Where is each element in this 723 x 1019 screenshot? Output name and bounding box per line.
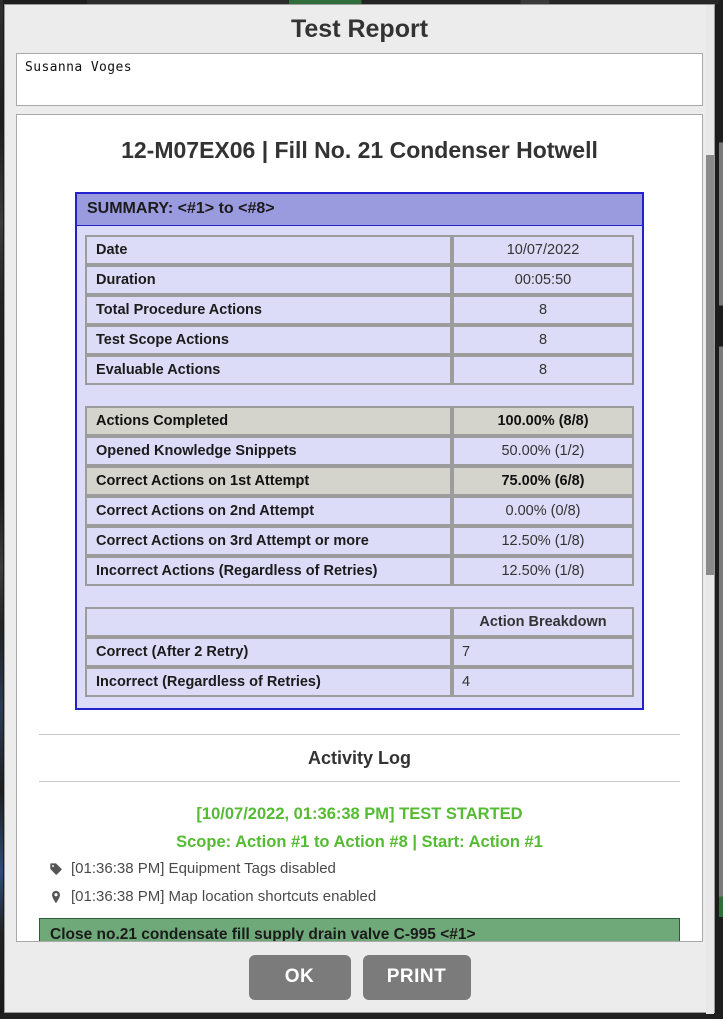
summary-header: SUMMARY: <#1> to <#8> (77, 194, 642, 226)
summary-info-label: Duration (85, 265, 452, 295)
print-button[interactable]: PRINT (362, 954, 471, 1000)
metric-label: Correct Actions on 2nd Attempt (85, 496, 452, 526)
summary-info-value: 00:05:50 (452, 265, 634, 295)
dialog-scrollbar-thumb[interactable] (706, 155, 714, 575)
metric-value: 12.50% (1/8) (452, 556, 634, 586)
table-row: Date 10/07/2022 (85, 235, 634, 265)
summary-box: SUMMARY: <#1> to <#8> Date 10/07/2022 Dura… (75, 192, 644, 710)
breakdown-value: 4 (452, 667, 634, 697)
table-row: Incorrect Actions (Regardless of Retries… (85, 556, 634, 586)
report-scroll-panel[interactable]: 12-M07EX06 | Fill No. 21 Condenser Hotwe… (16, 114, 703, 942)
activity-log-title: Activity Log (307, 748, 411, 768)
table-row: Evaluable Actions 8 (85, 355, 634, 385)
table-row: Opened Knowledge Snippets 50.00% (1/2) (85, 436, 634, 466)
metric-value: 0.00% (0/8) (452, 496, 634, 526)
metric-label: Correct Actions on 1st Attempt (85, 466, 452, 496)
metric-value: 100.00% (8/8) (452, 406, 634, 436)
breakdown-header-label: Action Breakdown (452, 607, 634, 637)
dialog-scrollbar[interactable] (706, 5, 714, 1014)
page-title: Test Report (290, 14, 429, 43)
ok-button[interactable]: OK (248, 954, 351, 1000)
table-row: Incorrect (Regardless of Retries) 4 (85, 667, 634, 697)
test-started-line-2: Scope: Action #1 to Action #8 | Start: A… (176, 833, 543, 852)
summary-info-value: 8 (452, 325, 634, 355)
table-row: Correct Actions on 3rd Attempt or more 12… (85, 526, 634, 556)
metric-label: Incorrect Actions (Regardless of Retries… (85, 556, 452, 586)
summary-metrics-table: Actions Completed 100.00% (8/8) Opened Kno… (85, 406, 634, 586)
background-app-left-strip (0, 0, 3, 1013)
table-row: Correct (After 2 Retry) 7 (85, 637, 634, 667)
log-entry: [01:36:38 PM] Equipment Tags disabled (39, 856, 680, 884)
log-entry: [01:36:38 PM] Map location shortcuts ena… (39, 884, 680, 912)
activity-log-section: Activity Log [10/07/2022, 01:36:38 PM] T… (39, 734, 680, 941)
log-entry-text: [01:36:38 PM] Equipment Tags disabled (71, 860, 336, 878)
summary-info-value: 10/07/2022 (452, 235, 634, 265)
summary-info-value: 8 (452, 355, 634, 385)
activity-divider-bottom (39, 781, 680, 782)
metric-value: 12.50% (1/8) (452, 526, 634, 556)
table-row: Total Procedure Actions 8 (85, 295, 634, 325)
map-pin-icon (49, 888, 63, 908)
table-row: Test Scope Actions 8 (85, 325, 634, 355)
metric-value: 50.00% (1/2) (452, 436, 634, 466)
summary-info-label: Total Procedure Actions (85, 295, 452, 325)
test-started-banner: [10/07/2022, 01:36:38 PM] TEST STARTED S… (39, 800, 680, 856)
breakdown-label: Correct (After 2 Retry) (85, 637, 452, 667)
test-report-dialog: Test Report Susanna Voges 12-M07EX06 | F… (4, 4, 715, 1014)
background-app-bottom-strip (0, 1013, 723, 1019)
user-name-box: Susanna Voges (16, 53, 703, 106)
action-breakdown-table: Action Breakdown Correct (After 2 Retry)… (85, 607, 634, 697)
metric-label: Opened Knowledge Snippets (85, 436, 452, 466)
summary-info-value: 8 (452, 295, 634, 325)
report-heading: 12-M07EX06 | Fill No. 21 Condenser Hotwe… (121, 137, 598, 163)
table-row: Correct Actions on 2nd Attempt 0.00% (0/8… (85, 496, 634, 526)
dialog-title-bar: Test Report (5, 5, 714, 53)
tag-icon (49, 860, 63, 880)
metric-label: Actions Completed (85, 406, 452, 436)
table-row: Correct Actions on 1st Attempt 75.00% (6/… (85, 466, 634, 496)
metric-label: Correct Actions on 3rd Attempt or more (85, 526, 452, 556)
summary-info-label: Evaluable Actions (85, 355, 452, 385)
breakdown-value: 7 (452, 637, 634, 667)
background-app-right-strip (719, 0, 723, 1019)
breakdown-header-blank (85, 607, 452, 637)
test-started-line-1: [10/07/2022, 01:36:38 PM] TEST STARTED (196, 805, 523, 823)
summary-info-label: Date (85, 235, 452, 265)
log-entry-text: [01:36:38 PM] Map location shortcuts ena… (71, 888, 377, 906)
user-name-text: Susanna Voges (25, 60, 132, 75)
table-row: Actions Completed 100.00% (8/8) (85, 406, 634, 436)
summary-info-table: Date 10/07/2022 Duration 00:05:50 Total Proc… (85, 235, 634, 385)
current-action-bar: Close no.21 condensate fill supply drain… (39, 918, 680, 941)
metric-value: 75.00% (6/8) (452, 466, 634, 496)
table-row: Action Breakdown (85, 607, 634, 637)
dialog-footer: OK PRINT (5, 942, 714, 1012)
table-row: Duration 00:05:50 (85, 265, 634, 295)
summary-info-label: Test Scope Actions (85, 325, 452, 355)
breakdown-label: Incorrect (Regardless of Retries) (85, 667, 452, 697)
